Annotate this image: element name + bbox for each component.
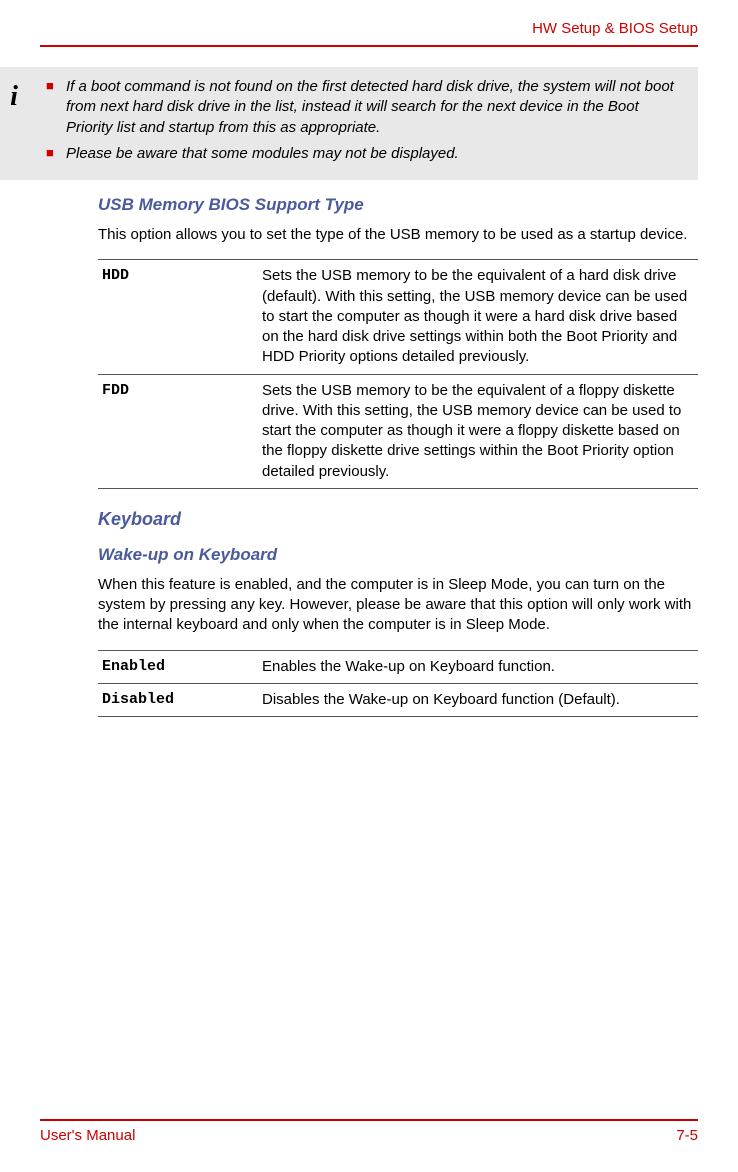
keyboard-intro-text: When this feature is enabled, and the co… <box>98 575 698 636</box>
info-content: If a boot command is not found on the fi… <box>46 77 686 170</box>
footer-row: User's Manual 7-5 <box>40 1127 698 1144</box>
info-list: If a boot command is not found on the fi… <box>46 77 686 164</box>
footer: User's Manual 7-5 <box>40 1119 698 1144</box>
table-row: Disabled Disables the Wake-up on Keyboar… <box>98 683 698 716</box>
info-box: i If a boot command is not found on the … <box>0 67 698 180</box>
option-description: Sets the USB memory to be the equivalent… <box>258 374 698 488</box>
option-label: FDD <box>98 374 258 488</box>
option-description: Sets the USB memory to be the equivalent… <box>258 260 698 374</box>
table-row: Enabled Enables the Wake-up on Keyboard … <box>98 650 698 683</box>
wakeup-subtitle: Wake-up on Keyboard <box>98 545 698 565</box>
keyboard-section-title: Keyboard <box>98 509 698 530</box>
option-description: Disables the Wake-up on Keyboard functio… <box>258 683 698 716</box>
header-title: HW Setup & BIOS Setup <box>40 0 698 45</box>
header-rule <box>40 45 698 47</box>
usb-options-table: HDD Sets the USB memory to be the equiva… <box>98 259 698 489</box>
info-item: Please be aware that some modules may no… <box>46 144 686 164</box>
footer-left: User's Manual <box>40 1127 135 1144</box>
table-row: HDD Sets the USB memory to be the equiva… <box>98 260 698 374</box>
info-item: If a boot command is not found on the fi… <box>46 77 686 138</box>
footer-page-number: 7-5 <box>676 1127 698 1144</box>
info-icon: i <box>10 81 18 113</box>
usb-section-subtitle: USB Memory BIOS Support Type <box>98 195 698 215</box>
option-label: Disabled <box>98 683 258 716</box>
option-description: Enables the Wake-up on Keyboard function… <box>258 650 698 683</box>
footer-rule <box>40 1119 698 1121</box>
content-area: USB Memory BIOS Support Type This option… <box>98 195 698 717</box>
keyboard-options-table: Enabled Enables the Wake-up on Keyboard … <box>98 650 698 718</box>
usb-intro-text: This option allows you to set the type o… <box>98 225 698 245</box>
info-icon-wrap: i <box>0 77 34 113</box>
option-label: HDD <box>98 260 258 374</box>
table-row: FDD Sets the USB memory to be the equiva… <box>98 374 698 488</box>
option-label: Enabled <box>98 650 258 683</box>
